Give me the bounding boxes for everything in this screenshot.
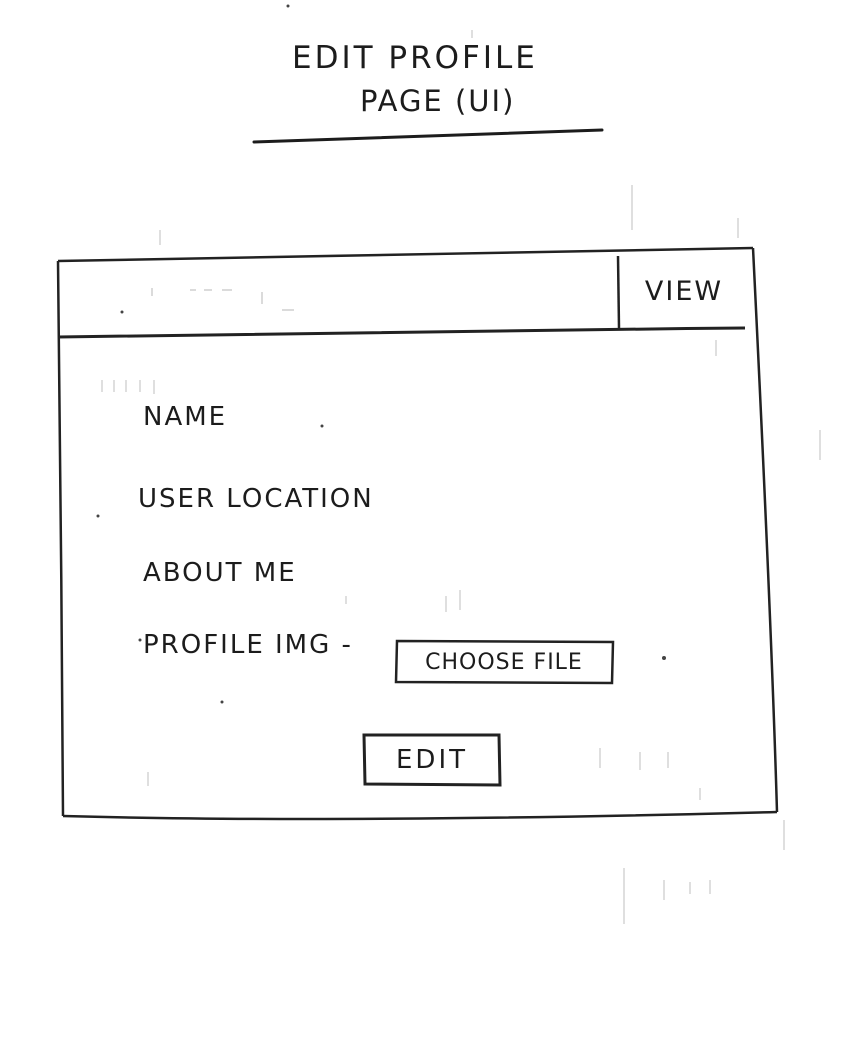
faint-marks (101, 30, 821, 924)
page-title: EDIT PROFILE (292, 40, 538, 76)
about-me-label: ABOUT ME (143, 558, 297, 588)
title-underline (252, 128, 604, 144)
name-label: NAME (143, 402, 228, 432)
view-divider (616, 255, 621, 329)
window-frame-right (751, 247, 779, 813)
url-bar[interactable] (62, 262, 616, 326)
window-frame-bottom (62, 810, 778, 821)
header-separator (57, 326, 746, 339)
view-button[interactable]: VIEW (620, 258, 748, 324)
sketch-frame (56, 4, 821, 924)
edit-button[interactable]: EDIT (366, 736, 498, 784)
profile-img-label: PROFILE IMG - (143, 630, 353, 660)
choose-file-button[interactable]: CHOOSE FILE (398, 642, 610, 682)
user-location-label: USER LOCATION (138, 484, 374, 514)
window-frame-left (56, 260, 65, 817)
page-subtitle: PAGE (UI) (360, 84, 516, 118)
